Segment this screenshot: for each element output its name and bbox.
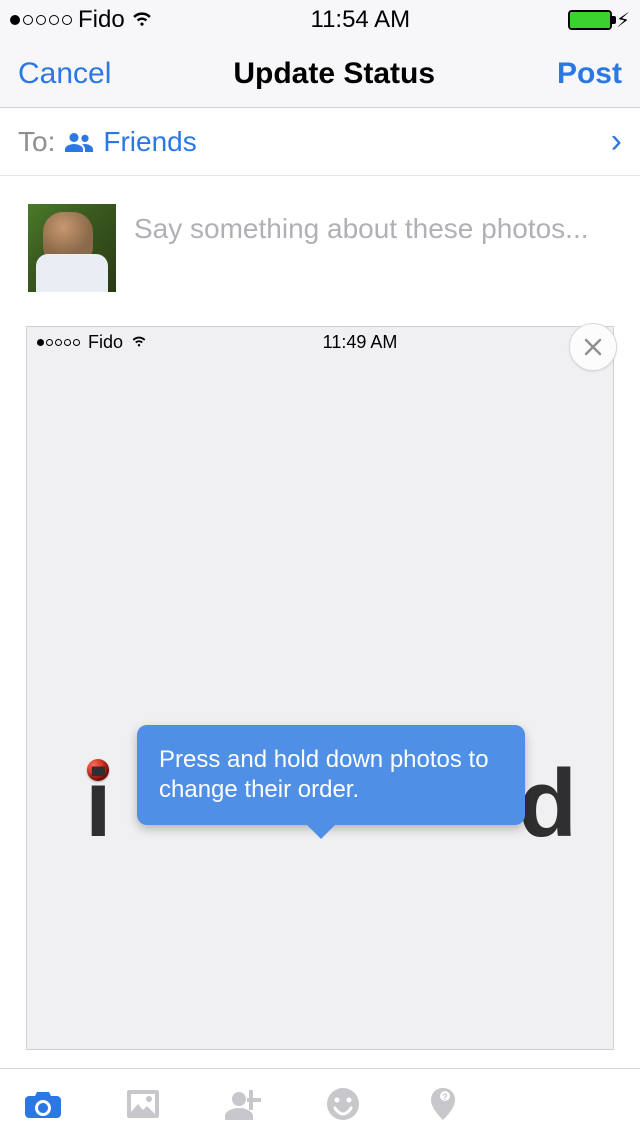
signal-strength-icon: [10, 15, 72, 25]
nav-bar: Cancel Update Status Post: [0, 40, 640, 108]
avatar: [28, 204, 116, 292]
page-title: Update Status: [233, 57, 435, 91]
status-bar: Fido 11:54 AM ⚡︎: [0, 0, 640, 40]
post-button[interactable]: Post: [557, 57, 622, 91]
audience-selector[interactable]: To: Friends ›: [0, 108, 640, 176]
camera-button[interactable]: [22, 1083, 64, 1125]
tooltip-text: Press and hold down photos to change the…: [159, 746, 489, 803]
album-button[interactable]: [122, 1083, 164, 1125]
chevron-right-icon: ›: [611, 122, 622, 161]
inner-carrier-label: Fido: [88, 332, 123, 353]
logo-text-right: d: [518, 749, 577, 859]
status-input[interactable]: Say something about these photos...: [134, 204, 622, 246]
location-button[interactable]: ?: [422, 1083, 464, 1125]
cancel-button[interactable]: Cancel: [18, 57, 111, 91]
battery-icon: [568, 10, 612, 30]
compose-toolbar: ?: [0, 1068, 640, 1138]
remove-photo-button[interactable]: [569, 323, 617, 371]
inner-signal-icon: [37, 339, 80, 346]
photo-attachment[interactable]: Fido 11:49 AM i d Press and hold down ph…: [26, 326, 614, 1050]
friends-icon: [65, 130, 93, 154]
carrier-label: Fido: [78, 6, 125, 34]
reorder-tooltip: Press and hold down photos to change the…: [137, 725, 525, 825]
logo-text-left: i: [85, 749, 112, 859]
svg-text:?: ?: [442, 1092, 448, 1102]
tag-person-button[interactable]: [222, 1083, 264, 1125]
audience-value: Friends: [103, 126, 196, 158]
status-right: ⚡︎: [568, 8, 630, 33]
inner-time: 11:49 AM: [323, 332, 398, 353]
compose-area: Say something about these photos...: [0, 176, 640, 310]
charging-icon: ⚡︎: [616, 8, 630, 33]
inner-wifi-icon: [131, 332, 147, 353]
to-label: To:: [18, 126, 55, 158]
inner-status-bar: Fido 11:49 AM: [27, 327, 613, 357]
wifi-icon: [131, 6, 153, 35]
status-left: Fido: [10, 6, 153, 35]
audience-left: To: Friends: [18, 126, 197, 158]
status-time: 11:54 AM: [311, 6, 411, 34]
emoji-button[interactable]: [322, 1083, 364, 1125]
